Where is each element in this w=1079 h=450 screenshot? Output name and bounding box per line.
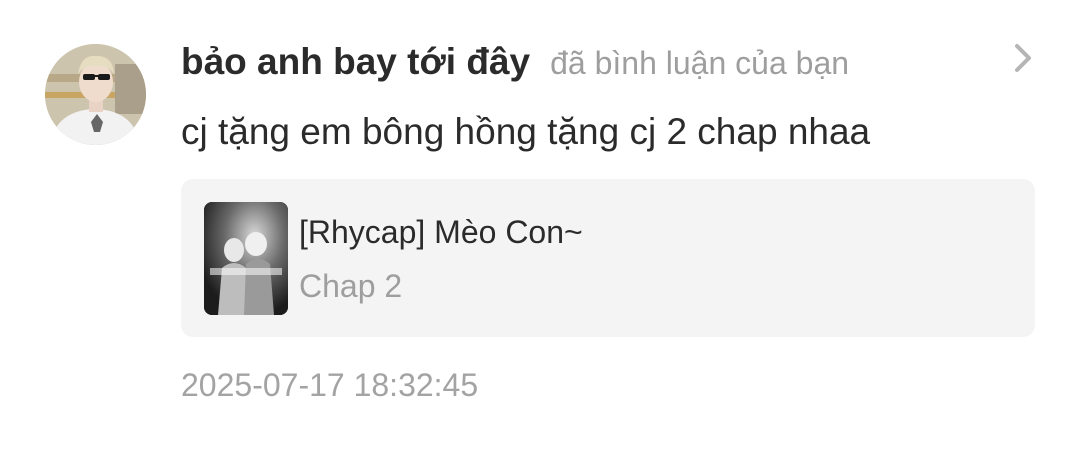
comment-text: cj tặng em bông hồng tặng cj 2 chap nhaa (181, 111, 871, 152)
chapter-label: Chap 2 (299, 268, 403, 304)
story-cover (204, 202, 288, 315)
story-card[interactable]: [Rhycap] Mèo Con~ Chap 2 (181, 179, 1035, 337)
comment-notification[interactable]: bảo anh bay tới đây đã bình luận của bạn… (0, 0, 1079, 450)
user-avatar[interactable] (45, 44, 146, 145)
story-title[interactable]: [Rhycap] Mèo Con~ (299, 209, 583, 255)
notification-header: bảo anh bay tới đây đã bình luận của bạn (181, 36, 849, 88)
timestamp: 2025-07-17 18:32:45 (181, 367, 479, 403)
chevron-right-icon[interactable] (1009, 43, 1037, 73)
user-name[interactable]: bảo anh bay tới đây (181, 36, 530, 88)
action-text: đã bình luận của bạn (550, 45, 850, 81)
